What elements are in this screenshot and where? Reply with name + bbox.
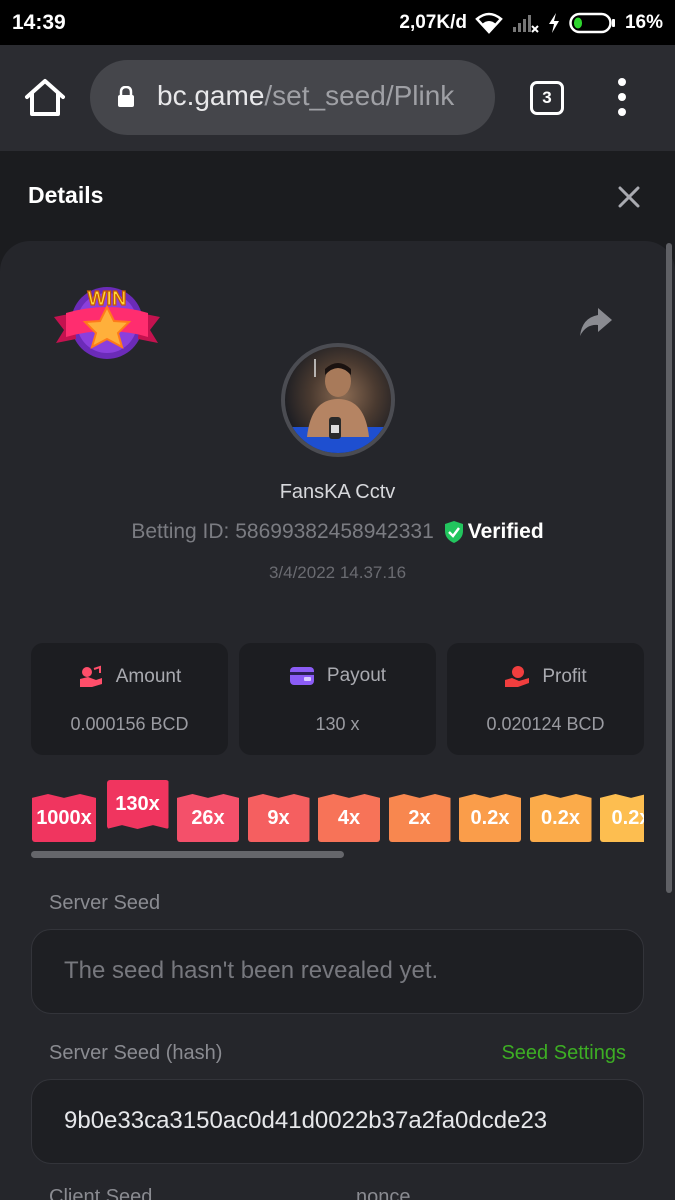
home-button[interactable] (22, 78, 68, 118)
multiplier-label: 0.2x (470, 806, 510, 829)
betting-id-row: Betting ID: 58699382458942331 Verified (0, 520, 675, 544)
win-badge: WIN (52, 283, 162, 365)
multiplier-label: 4x (337, 806, 361, 829)
multiplier-strip[interactable]: 1000x 130x 26x 9x 4x 2x 0.2x 0.2x 0.2x (32, 780, 644, 845)
verified-shield-icon (444, 521, 463, 543)
menu-dot (618, 93, 626, 101)
payout-label: Payout (326, 665, 387, 686)
amount-header: Amount (31, 665, 228, 689)
wallet-icon (289, 667, 314, 685)
modal-title: Details (28, 182, 104, 208)
betting-id: Betting ID: 58699382458942331 (131, 520, 434, 543)
server-hash-value: 9b0e33ca3150ac0d41d0022b37a2fa0dcde23 (64, 1107, 548, 1134)
avatar (281, 343, 395, 457)
status-time: 14:39 (12, 11, 66, 34)
verified-badge: Verified (444, 520, 544, 544)
coin-hand-icon (79, 665, 102, 687)
multiplier-chip: 130x (106, 780, 169, 829)
charging-icon (547, 12, 561, 34)
multiplier-chip: 2x (388, 794, 451, 842)
multiplier-label: 130x (115, 793, 160, 815)
server-hash-field[interactable]: 9b0e33ca3150ac0d41d0022b37a2fa0dcde23 (31, 1079, 644, 1164)
server-seed-value: The seed hasn't been revealed yet. (64, 957, 439, 984)
menu-dot (618, 108, 626, 116)
status-right: 2,07K/d 16% (399, 11, 663, 35)
username: FansKA Cctv (279, 481, 396, 503)
url-text: bc.game/set_seed/Plink (157, 80, 454, 112)
seed-settings-link[interactable]: Seed Settings (501, 1042, 626, 1065)
screen: 14:39 2,07K/d 16% bc.game/set_seed/Plink (0, 0, 675, 1200)
verified-label: Verified (467, 520, 544, 543)
amount-value: 0.000156 BCD (70, 714, 189, 734)
close-icon (618, 186, 640, 208)
multiplier-label: 9x (267, 806, 290, 829)
horizontal-scrollbar[interactable] (31, 851, 344, 858)
share-icon (580, 308, 612, 336)
multiplier-chip: 0.2x (459, 794, 521, 842)
battery-icon (569, 12, 617, 34)
menu-button[interactable] (612, 78, 632, 118)
url-bar[interactable]: bc.game/set_seed/Plink (90, 60, 495, 135)
server-seed-field: The seed hasn't been revealed yet. (31, 929, 644, 1014)
signal-icon (511, 12, 539, 34)
url-path: /set_seed/Plink (264, 80, 455, 111)
tabs-button[interactable]: 3 (530, 81, 564, 115)
server-seed-label: Server Seed (49, 892, 161, 914)
menu-dot (618, 78, 626, 86)
nonce-label: nonce (356, 1186, 411, 1200)
multiplier-label: 2x (408, 806, 431, 829)
profit-header: Profit (447, 665, 644, 689)
amount-label: Amount (115, 666, 182, 687)
modal-header: Details (0, 151, 675, 241)
payout-value: 130 x (315, 714, 360, 734)
multiplier-chip: 0.2x (529, 794, 592, 842)
payout-header: Payout (239, 665, 436, 687)
client-seed-label: Client Seed (49, 1186, 153, 1200)
status-bar: 14:39 2,07K/d 16% (0, 0, 675, 45)
bet-datetime: 3/4/2022 14.37.16 (268, 563, 407, 582)
wifi-icon (475, 12, 503, 34)
multiplier-chip: 26x (177, 794, 239, 842)
multiplier-label: 1000x (36, 806, 92, 829)
browser-toolbar: bc.game/set_seed/Plink 3 (0, 45, 675, 151)
profit-label: Profit (542, 666, 587, 687)
server-hash-label: Server Seed (hash) (49, 1042, 223, 1064)
tab-count: 3 (542, 88, 552, 107)
multiplier-chip: 4x (318, 794, 380, 842)
multiplier-chip: 0.2x (600, 794, 644, 842)
close-button[interactable] (615, 183, 643, 211)
profit-hand-icon (505, 666, 530, 687)
multiplier-chip: 1000x (32, 794, 96, 842)
amount-card: Amount 0.000156 BCD (31, 643, 228, 755)
multiplier-label: 26x (191, 806, 225, 829)
home-icon (25, 79, 65, 116)
share-button[interactable] (578, 306, 614, 338)
network-speed: 2,07K/d (399, 12, 467, 33)
url-host: bc.game (157, 80, 265, 111)
multiplier-label: 0.2x (541, 806, 580, 829)
battery-percent: 16% (624, 12, 663, 33)
profit-value: 0.020124 BCD (486, 714, 605, 734)
lock-icon (118, 86, 134, 107)
payout-card: Payout 130 x (239, 643, 436, 755)
multiplier-chip: 9x (247, 794, 310, 842)
win-badge-text: WIN (88, 288, 127, 310)
multiplier-label: 0.2x (611, 806, 644, 829)
profit-card: Profit 0.020124 BCD (447, 643, 644, 755)
